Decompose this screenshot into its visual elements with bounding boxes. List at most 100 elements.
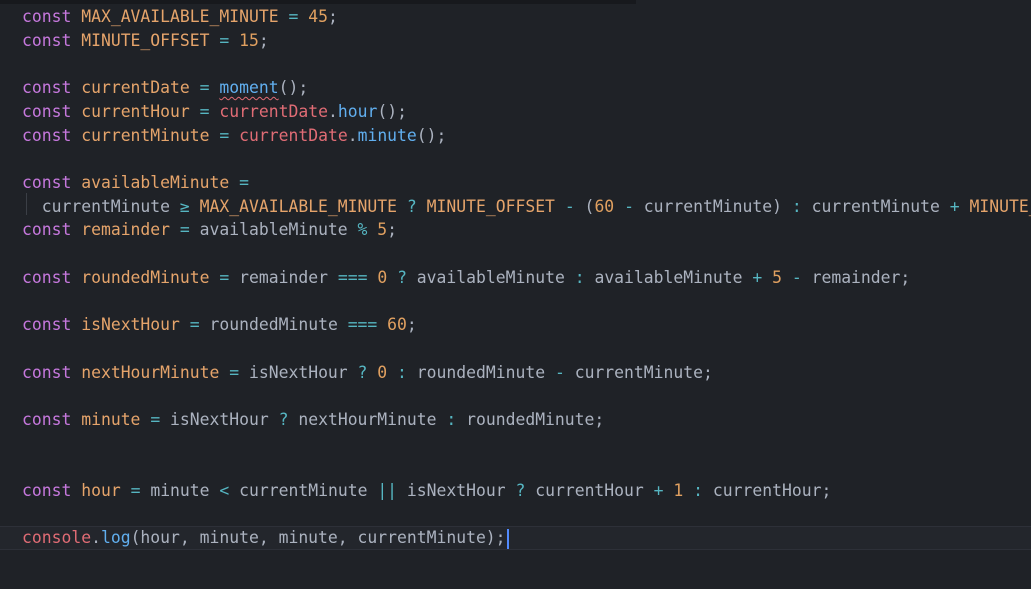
code-token: = — [219, 125, 230, 145]
code-token: = — [219, 267, 230, 287]
code-token: remainder — [81, 220, 171, 240]
code-token: console — [22, 528, 92, 548]
code-line[interactable]: const MINUTE_OFFSET = 15; — [22, 29, 269, 53]
code-token: ? — [278, 409, 289, 429]
code-token: ( — [574, 196, 595, 216]
code-token: < — [219, 481, 230, 500]
code-token: 15 — [239, 30, 259, 50]
code-line[interactable]: const nextHourMinute = isNextHour ? 0 : … — [22, 361, 713, 385]
code-line[interactable]: const minute = isNextHour ? nextHourMinu… — [22, 408, 604, 432]
code-token: const — [22, 220, 72, 240]
code-token: || — [377, 481, 398, 500]
code-token: isNextHour — [239, 362, 358, 382]
editor-top-strip — [0, 0, 636, 4]
code-token: - — [564, 196, 575, 216]
code-token: 5 — [772, 267, 782, 287]
code-token: : — [574, 267, 585, 287]
code-token: roundedMinute; — [456, 409, 605, 429]
code-token: currentMinute — [22, 196, 180, 216]
code-token: . — [91, 528, 101, 548]
code-token: . — [347, 125, 358, 145]
code-token: = — [179, 220, 190, 240]
code-token: availableMinute — [406, 267, 575, 287]
code-token: roundedMinute — [199, 315, 348, 335]
code-token: = — [219, 30, 230, 50]
code-token: currentHour — [81, 101, 190, 121]
code-token: (); — [278, 78, 309, 98]
code-token: isNextHour — [160, 409, 279, 429]
code-line[interactable]: const currentHour = currentDate.hour(); — [22, 100, 407, 124]
code-token: === — [337, 267, 368, 287]
code-token: = — [150, 409, 161, 429]
code-line[interactable]: const currentDate = moment(); — [22, 76, 308, 100]
code-token: currentDate — [81, 78, 190, 98]
code-token: ≥ — [179, 196, 190, 216]
code-token: minute — [81, 409, 141, 429]
code-token: ? — [515, 481, 526, 500]
code-token: . — [327, 101, 338, 121]
code-token: = — [199, 78, 210, 98]
code-token: const — [22, 362, 72, 382]
code-line[interactable]: const availableMinute = — [22, 171, 249, 195]
code-token: : — [693, 481, 704, 500]
code-line[interactable]: const currentMinute = currentDate.minute… — [22, 124, 446, 148]
code-token: const — [22, 409, 72, 429]
code-line[interactable]: currentMinute ≥ MAX_AVAILABLE_MINUTE ? M… — [22, 195, 1031, 219]
code-token: isNextHour — [81, 315, 180, 335]
code-editor[interactable]: const MAX_AVAILABLE_MINUTE = 45; const MI… — [0, 0, 1031, 589]
code-token: const — [22, 125, 72, 145]
code-token: MINUTE_OFFSET — [969, 196, 1031, 216]
code-token: hour — [81, 481, 121, 500]
code-line[interactable]: const remainder = availableMinute % 5; — [22, 218, 397, 242]
code-token: nextHourMinute — [81, 362, 220, 382]
code-token: 45 — [308, 7, 328, 26]
code-token: const — [22, 481, 72, 500]
code-token: (); — [416, 125, 447, 145]
code-token: availableMinute — [584, 267, 753, 287]
code-token: : — [397, 362, 407, 382]
code-token: MINUTE_OFFSET — [426, 196, 555, 216]
code-token: hour — [337, 101, 378, 121]
code-token: - — [624, 196, 634, 216]
code-token: 60 — [387, 315, 407, 335]
code-line[interactable]: const hour = minute < currentMinute || i… — [22, 479, 831, 503]
code-token: availableMinute — [81, 172, 230, 192]
code-token: ? — [406, 196, 417, 216]
code-line[interactable]: const roundedMinute = remainder === 0 ? … — [22, 266, 910, 290]
code-token: remainder — [229, 267, 338, 287]
code-token: minute — [140, 481, 220, 500]
code-token: = — [288, 7, 299, 26]
code-line[interactable]: console.log(hour, minute, minute, curren… — [22, 526, 509, 550]
code-line[interactable]: const MAX_AVAILABLE_MINUTE = 45; — [22, 5, 338, 29]
code-token: currentMinute — [229, 481, 378, 500]
code-token: = — [189, 315, 200, 335]
code-line[interactable]: const isNextHour = roundedMinute === 60; — [22, 313, 417, 337]
code-token: 60 — [594, 196, 615, 216]
code-token: = — [229, 362, 240, 382]
code-token: ; — [258, 30, 269, 50]
code-token: const — [22, 7, 72, 26]
